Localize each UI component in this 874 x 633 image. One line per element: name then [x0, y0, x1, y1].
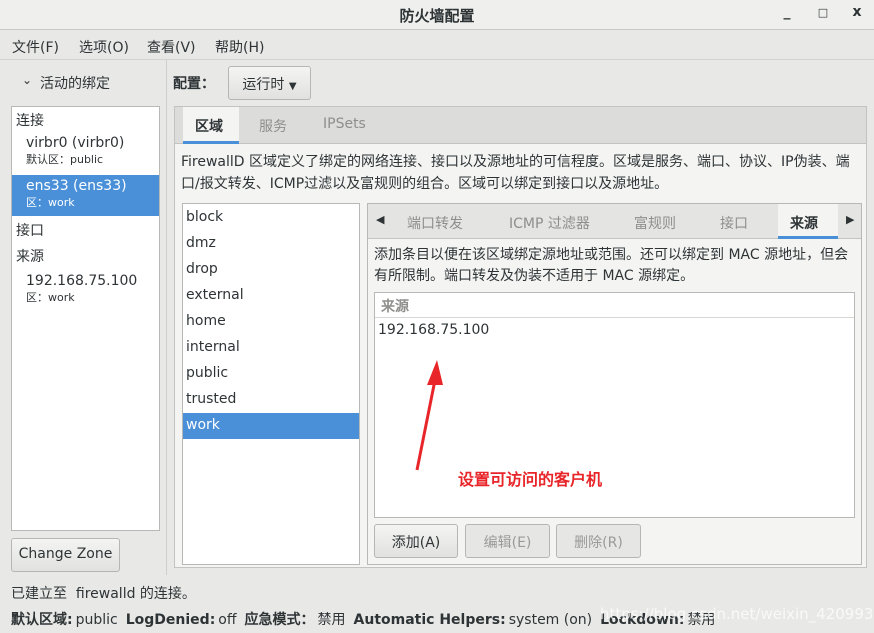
zone-description: FirewallD 区域定义了绑定的网络连接、接口以及源地址的可信程度。区域是服… — [181, 154, 850, 192]
binding-source[interactable]: 192.168.75.100 区：work — [12, 273, 159, 305]
menu-bar: 文件(F) 选项(O) 查看(V) 帮助(H) — [0, 31, 874, 60]
tab-interfaces[interactable]: 接口 — [720, 213, 748, 233]
remove-button[interactable]: 删除(R) — [556, 524, 641, 558]
tab-port-forwarding[interactable]: 端口转发 — [407, 213, 463, 233]
window-title: 防火墙配置 — [399, 7, 475, 25]
main-tabs: 区域 服务 IPSets — [175, 107, 866, 144]
zone-settings-tabs: ◀ 端口转发 ICMP 过滤器 富规则 接口 来源 ▶ — [368, 204, 861, 239]
change-zone-button[interactable]: Change Zone — [11, 538, 120, 572]
tab-zones[interactable]: 区域 — [195, 116, 223, 136]
source-name: 192.168.75.100 — [26, 273, 138, 289]
tab-scroll-right-icon[interactable]: ▶ — [846, 213, 854, 226]
tab-ipsets[interactable]: IPSets — [323, 116, 366, 132]
binding-ens33[interactable]: ens33 (ens33) 区：work — [12, 175, 159, 216]
column-header-source[interactable]: 来源 — [375, 293, 854, 318]
active-bindings-header[interactable]: 活动的绑定 — [40, 73, 110, 93]
maximize-button[interactable]: □ — [813, 6, 833, 19]
connection-name: virbr0 (virbr0) — [26, 135, 125, 151]
zone-item-dmz[interactable]: dmz — [183, 231, 359, 257]
tab-sources[interactable]: 来源 — [790, 213, 818, 233]
status-value: 禁用 — [317, 612, 346, 628]
title-bar: 防火墙配置 _ □ x — [0, 0, 874, 30]
zone-item-public[interactable]: public — [183, 361, 359, 387]
tab-services[interactable]: 服务 — [259, 116, 287, 136]
connection-zone: 区：work — [26, 196, 75, 209]
connection-status: 已建立至 firewalld 的连接。 — [11, 586, 196, 602]
status-key: 应急模式： — [244, 612, 315, 628]
annotation-text: 设置可访问的客户机 — [458, 470, 603, 489]
tab-rich-rules[interactable]: 富规则 — [634, 213, 676, 233]
config-dropdown[interactable]: 运行时 ▼ — [228, 66, 311, 100]
zone-item-work[interactable]: work — [183, 413, 359, 439]
source-table: 来源 192.168.75.100 — [374, 292, 855, 518]
menu-file[interactable]: 文件(F) — [12, 37, 59, 57]
zone-list: block dmz drop external home internal public tr… — [182, 203, 360, 565]
menu-options[interactable]: 选项(O) — [79, 37, 129, 57]
status-key: Automatic Helpers: — [353, 612, 506, 628]
status-value: off — [218, 612, 237, 628]
zone-item-home[interactable]: home — [183, 309, 359, 335]
section-connections: 连接 — [16, 113, 44, 129]
connection-zone: 默认区：public — [26, 153, 104, 166]
dropdown-arrow-icon: ▼ — [288, 81, 297, 92]
zone-item-drop[interactable]: drop — [183, 257, 359, 283]
add-button[interactable]: 添加(A) — [374, 524, 458, 558]
section-interfaces: 接口 — [16, 223, 44, 239]
zone-item-internal[interactable]: internal — [183, 335, 359, 361]
red-arrow-annotation — [415, 360, 443, 471]
close-button[interactable]: x — [847, 4, 867, 20]
menu-help[interactable]: 帮助(H) — [215, 37, 264, 57]
menu-view[interactable]: 查看(V) — [147, 37, 196, 57]
connection-name: ens33 (ens33) — [26, 178, 127, 194]
config-value: 运行时 — [242, 77, 285, 93]
bindings-list: 连接 virbr0 (virbr0) 默认区：public ens33 (ens… — [11, 106, 160, 531]
minimize-button[interactable]: _ — [777, 4, 797, 20]
status-value: system (on) — [508, 612, 593, 628]
status-key: 默认区域: — [11, 612, 73, 628]
tab-icmp-filter[interactable]: ICMP 过滤器 — [509, 213, 590, 233]
status-value: public — [75, 612, 118, 628]
status-key: LogDenied: — [125, 612, 216, 628]
zone-item-block[interactable]: block — [183, 205, 359, 231]
source-description: 添加条目以便在该区域绑定源地址或范围。还可以绑定到 MAC 源地址，但会有所限制… — [374, 247, 849, 284]
watermark: https://blog.csdn.net/weixin_42099301 — [600, 605, 874, 623]
edit-button[interactable]: 编辑(E) — [465, 524, 550, 558]
zone-item-external[interactable]: external — [183, 283, 359, 309]
chevron-down-icon[interactable]: ⌄ — [22, 73, 32, 87]
source-zone: 区：work — [26, 291, 75, 304]
zone-item-trusted[interactable]: trusted — [183, 387, 359, 413]
tab-scroll-left-icon[interactable]: ◀ — [376, 213, 384, 226]
table-row[interactable]: 192.168.75.100 — [378, 322, 489, 338]
binding-virbr0[interactable]: virbr0 (virbr0) 默认区：public — [12, 135, 159, 175]
config-label: 配置： — [173, 76, 215, 92]
section-sources: 来源 — [16, 249, 44, 265]
